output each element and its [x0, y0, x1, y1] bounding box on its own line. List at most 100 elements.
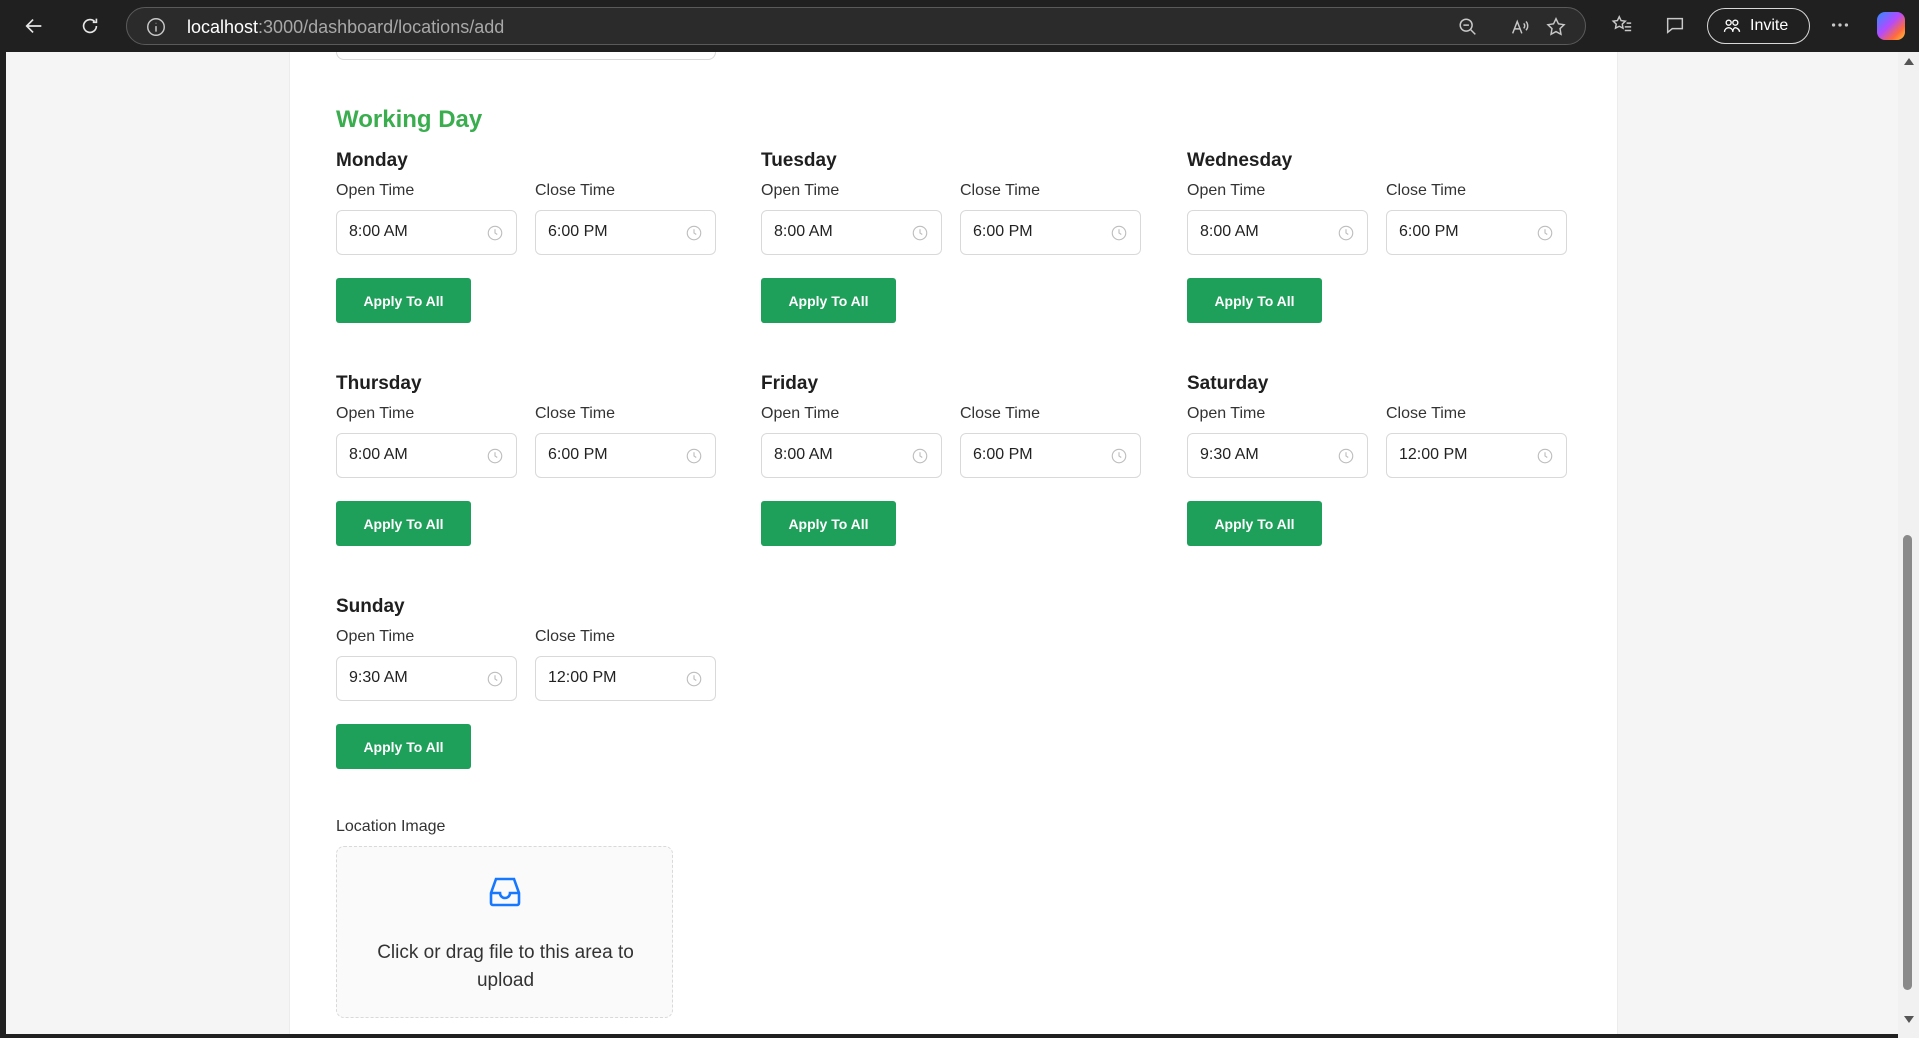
clock-icon: [685, 670, 703, 688]
page-scrollbar[interactable]: [1898, 52, 1919, 1038]
close-time-label: Close Time: [1386, 405, 1467, 422]
clock-icon: [1110, 224, 1128, 242]
refresh-icon: [82, 18, 98, 34]
close-time-value: 6:00 PM: [548, 223, 608, 240]
inbox-icon: [483, 869, 527, 913]
read-aloud-icon[interactable]: [1509, 16, 1531, 38]
day-name: Wednesday: [1187, 150, 1293, 171]
favorites-icon[interactable]: [1611, 14, 1635, 38]
open-time-value: 8:00 AM: [774, 223, 833, 240]
browser-toolbar: localhost:3000/dashboard/locations/add I…: [0, 0, 1919, 52]
close-time-label: Close Time: [1386, 182, 1467, 199]
form-card: Working Day Monday Open Time Close Time 8:0…: [289, 52, 1618, 1034]
favorite-star-icon[interactable]: [1545, 16, 1567, 38]
scroll-down-arrow-icon[interactable]: [1904, 1016, 1914, 1023]
close-time-value: 6:00 PM: [548, 446, 608, 463]
open-time-label: Open Time: [761, 405, 840, 422]
people-icon: [1723, 19, 1741, 32]
zoom-out-icon[interactable]: [1457, 16, 1479, 38]
chat-icon[interactable]: [1664, 14, 1688, 38]
day-name: Thursday: [336, 373, 422, 394]
open-time-label: Open Time: [761, 182, 840, 199]
clock-icon: [685, 447, 703, 465]
copilot-icon[interactable]: [1877, 12, 1905, 40]
arrow-left-icon: [25, 18, 42, 34]
open-time-label: Open Time: [336, 628, 415, 645]
close-time-value: 12:00 PM: [1399, 446, 1468, 463]
upload-dropzone[interactable]: Click or drag file to this area to uploa…: [336, 846, 673, 1018]
clock-icon: [685, 224, 703, 242]
day-name: Friday: [761, 373, 819, 394]
address-bar[interactable]: localhost:3000/dashboard/locations/add: [126, 7, 1586, 45]
close-time-label: Close Time: [535, 182, 616, 199]
open-time-input-thursday[interactable]: 8:00 AM: [336, 433, 517, 478]
more-options-icon[interactable]: [1829, 14, 1853, 38]
day-block-wednesday: Wednesday Open Time Close Time 8:00 AM 6:00 …: [1187, 150, 1567, 350]
open-time-value: 8:00 AM: [774, 446, 833, 463]
upload-instructions: Click or drag file to this area to uploa…: [377, 942, 634, 991]
open-time-input-friday[interactable]: 8:00 AM: [761, 433, 942, 478]
info-icon[interactable]: [145, 16, 167, 38]
open-time-input-wednesday[interactable]: 8:00 AM: [1187, 210, 1368, 255]
close-time-input-friday[interactable]: 6:00 PM: [960, 433, 1141, 478]
page-viewport: Working Day Monday Open Time Close Time 8:0…: [6, 52, 1898, 1034]
scroll-up-arrow-icon[interactable]: [1904, 58, 1914, 65]
back-button[interactable]: [16, 8, 52, 44]
close-time-input-monday[interactable]: 6:00 PM: [535, 210, 716, 255]
open-time-input-tuesday[interactable]: 8:00 AM: [761, 210, 942, 255]
close-time-input-wednesday[interactable]: 6:00 PM: [1386, 210, 1567, 255]
open-time-input-sunday[interactable]: 9:30 AM: [336, 656, 517, 701]
apply-to-all-button-sunday[interactable]: Apply To All: [336, 724, 471, 769]
clock-icon: [1536, 447, 1554, 465]
open-time-label: Open Time: [336, 182, 415, 199]
url-text[interactable]: localhost:3000/dashboard/locations/add: [187, 17, 504, 38]
open-time-value: 8:00 AM: [1200, 223, 1259, 240]
close-time-label: Close Time: [960, 405, 1041, 422]
apply-to-all-button-monday[interactable]: Apply To All: [336, 278, 471, 323]
clock-icon: [1536, 224, 1554, 242]
section-title: Working Day: [336, 106, 483, 133]
day-block-saturday: Saturday Open Time Close Time 9:30 AM 12:00 …: [1187, 373, 1567, 573]
open-time-value: 8:00 AM: [349, 446, 408, 463]
apply-to-all-button-tuesday[interactable]: Apply To All: [761, 278, 896, 323]
previous-field-input[interactable]: [336, 52, 716, 60]
scrollbar-thumb[interactable]: [1903, 535, 1912, 990]
day-name: Saturday: [1187, 373, 1269, 394]
close-time-label: Close Time: [535, 405, 616, 422]
apply-to-all-button-wednesday[interactable]: Apply To All: [1187, 278, 1322, 323]
open-time-value: 9:30 AM: [1200, 446, 1259, 463]
open-time-label: Open Time: [1187, 182, 1266, 199]
close-time-value: 6:00 PM: [973, 223, 1033, 240]
close-time-label: Close Time: [960, 182, 1041, 199]
open-time-input-saturday[interactable]: 9:30 AM: [1187, 433, 1368, 478]
day-block-thursday: Thursday Open Time Close Time 8:00 AM 6:00 P…: [336, 373, 716, 573]
invite-label: Invite: [1750, 17, 1789, 34]
day-name: Monday: [336, 150, 408, 171]
clock-icon: [1337, 224, 1355, 242]
open-time-value: 9:30 AM: [349, 669, 408, 686]
close-time-label: Close Time: [535, 628, 616, 645]
day-block-monday: Monday Open Time Close Time 8:00 AM 6:00 PM A…: [336, 150, 716, 350]
close-time-input-sunday[interactable]: 12:00 PM: [535, 656, 716, 701]
clock-icon: [1337, 447, 1355, 465]
open-time-value: 8:00 AM: [349, 223, 408, 240]
clock-icon: [911, 224, 929, 242]
day-block-friday: Friday Open Time Close Time 8:00 AM 6:00 PM A…: [761, 373, 1141, 573]
close-time-input-saturday[interactable]: 12:00 PM: [1386, 433, 1567, 478]
apply-to-all-button-friday[interactable]: Apply To All: [761, 501, 896, 546]
close-time-value: 6:00 PM: [1399, 223, 1459, 240]
clock-icon: [486, 224, 504, 242]
clock-icon: [486, 670, 504, 688]
close-time-input-thursday[interactable]: 6:00 PM: [535, 433, 716, 478]
open-time-input-monday[interactable]: 8:00 AM: [336, 210, 517, 255]
upload-label: Location Image: [336, 818, 446, 835]
close-time-value: 6:00 PM: [973, 446, 1033, 463]
clock-icon: [1110, 447, 1128, 465]
apply-to-all-button-saturday[interactable]: Apply To All: [1187, 501, 1322, 546]
refresh-button[interactable]: [72, 8, 108, 44]
open-time-label: Open Time: [1187, 405, 1266, 422]
close-time-input-tuesday[interactable]: 6:00 PM: [960, 210, 1141, 255]
invite-button[interactable]: Invite: [1707, 8, 1810, 44]
apply-to-all-button-thursday[interactable]: Apply To All: [336, 501, 471, 546]
url-path: :3000/dashboard/locations/add: [258, 17, 505, 37]
